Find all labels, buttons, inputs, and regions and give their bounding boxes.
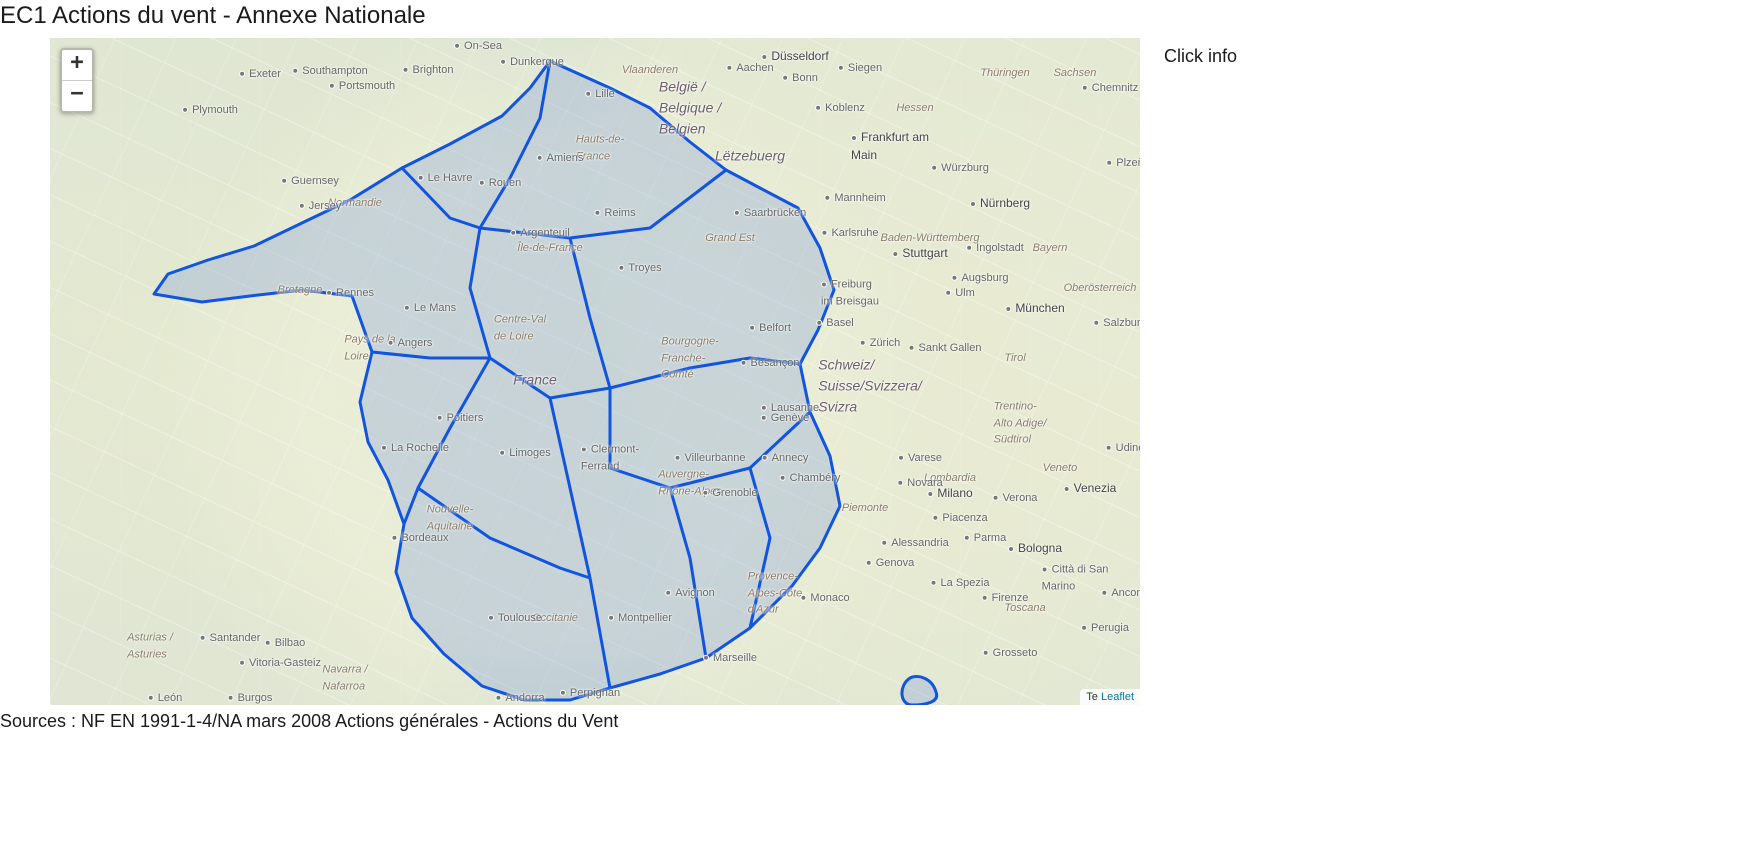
attribution-link[interactable]: Leaflet [1101, 691, 1134, 703]
source-text: Sources : NF EN 1991-1-4/NA mars 2008 Ac… [0, 711, 1140, 732]
zone-outline[interactable] [154, 61, 840, 700]
info-panel-text: Click info [1164, 46, 1237, 66]
zoom-out-button[interactable]: − [62, 80, 92, 111]
zone-corsica[interactable] [902, 677, 937, 705]
attribution-prefix: Te [1086, 691, 1101, 703]
map[interactable]: + − FranceSchweiz/Suisse/Svizzera/Svizra… [50, 38, 1140, 705]
map-overlay[interactable] [50, 38, 1140, 705]
zoom-control: + − [60, 48, 94, 113]
attribution: Te Leaflet [1080, 689, 1140, 706]
info-panel: Click info [1164, 34, 1237, 67]
zoom-in-button[interactable]: + [62, 50, 92, 80]
page-title: EC1 Actions du vent - Annexe Nationale [0, 0, 1749, 34]
